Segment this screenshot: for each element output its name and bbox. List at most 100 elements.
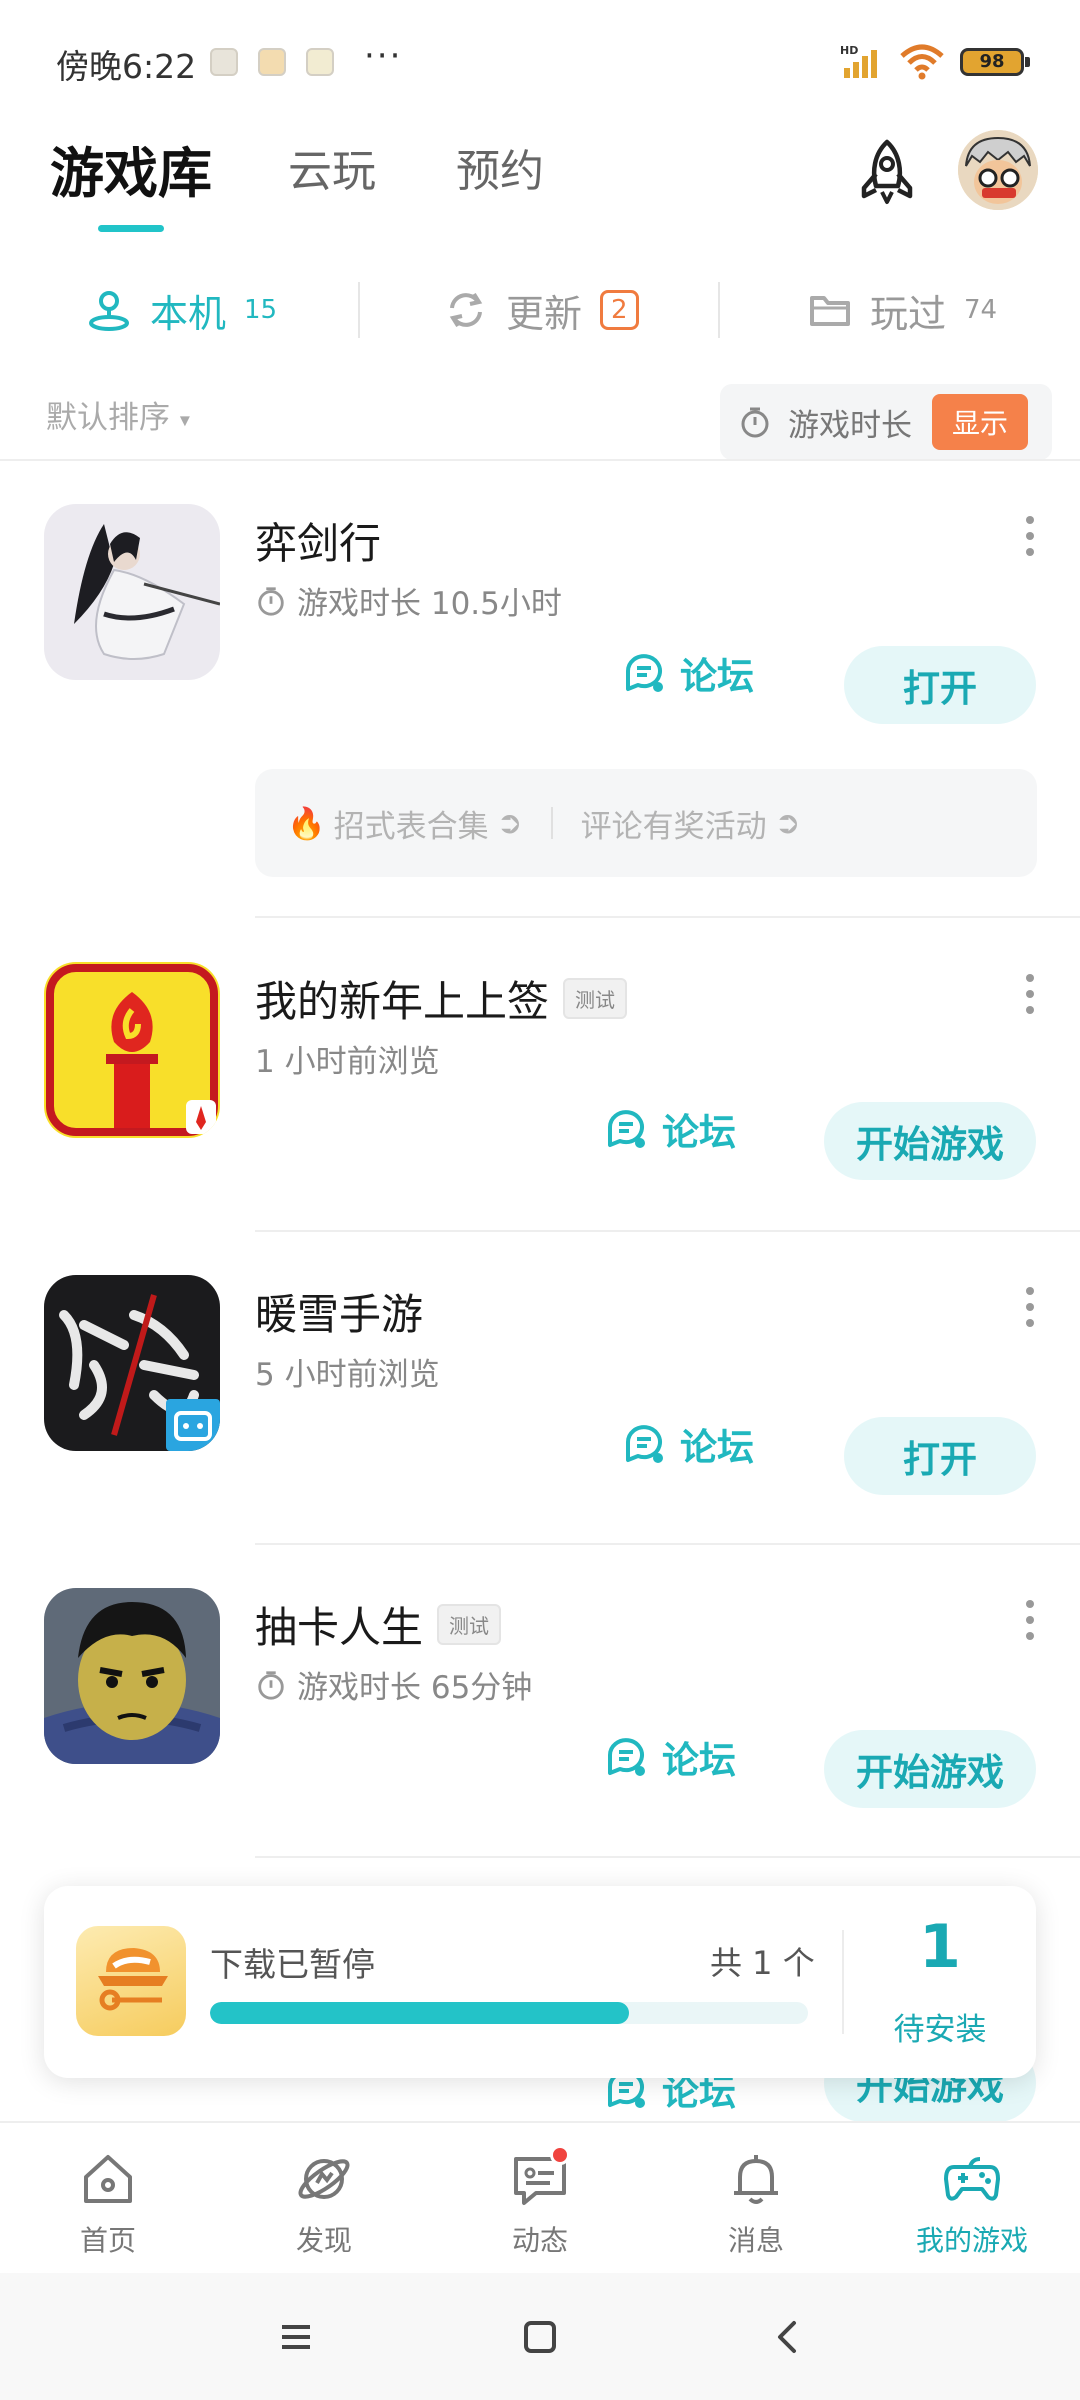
nav-label: 动态 [511,2224,568,2257]
download-progress-fill [210,2002,629,2024]
game-icon-chouka[interactable] [44,1588,220,1764]
bottom-navigation: 首页 发现 动态 消息 我的游戏 [0,2121,1080,2273]
back-icon[interactable] [764,2313,812,2361]
game-subtitle: 5 小时前浏览 [255,1349,440,1394]
game-subtitle-text: 游戏时长 10.5小时 [297,586,562,622]
subtab-update-label: 更新 [506,291,583,336]
sort-label: 默认排序 [46,400,170,436]
divider [255,1856,1080,1858]
game-icon-nuanxue[interactable] [44,1275,220,1451]
subtab-local-count: 15 [244,295,278,325]
nav-label: 首页 [79,2224,136,2257]
feed-icon-wrap [510,2145,570,2209]
update-count-badge: 2 [600,290,639,330]
start-game-button[interactable]: 开始游戏 [824,1730,1036,1808]
forum-button[interactable]: 论坛 [622,646,754,700]
game-subtitle: 1 小时前浏览 [255,1036,440,1081]
rocket-icon[interactable] [852,138,922,208]
nav-discover[interactable]: 发现 [244,2149,404,2259]
subtab-played-label: 玩过 [870,291,947,336]
nav-home[interactable]: 首页 [28,2149,188,2259]
game-icon-yijianxing[interactable] [44,504,220,680]
subtab-played-count: 74 [964,295,998,325]
pending-install-count[interactable]: 1 [844,1912,1036,1982]
wifi-icon [900,44,944,80]
game-subtitle-text: 游戏时长 65分钟 [297,1670,533,1706]
home-button-icon[interactable] [516,2313,564,2361]
timer-icon [741,407,769,438]
timer-icon [258,586,284,616]
more-options-icon[interactable] [1024,1287,1036,1327]
menu-icon[interactable] [272,2313,320,2361]
notification-dot [550,2145,570,2165]
tab-reservation[interactable]: 预约 [456,135,544,199]
signal-icon: HD [840,44,877,78]
game-title-text: 暖雪手游 [255,1290,424,1339]
local-device-icon [89,291,129,331]
game-icon-new-year[interactable] [44,962,220,1138]
discover-icon [298,2159,350,2199]
nav-feed[interactable]: 动态 [460,2145,620,2259]
forum-icon [608,1738,645,1776]
more-options-icon[interactable] [1024,974,1036,1014]
more-options-icon[interactable] [1024,516,1036,556]
forum-button[interactable]: 论坛 [622,1417,754,1471]
game-title: 暖雪手游 [255,1281,423,1342]
status-bar: 傍晚6:22 ··· HD 98 [0,0,1080,120]
game-title: 抽卡人生 测试 [255,1594,502,1655]
forum-button[interactable]: 论坛 [604,1730,736,1784]
refresh-icon [449,292,483,328]
user-avatar[interactable] [958,130,1038,210]
nav-messages[interactable]: 消息 [676,2149,836,2259]
chevron-down-icon: ▾ [179,407,190,432]
forum-label: 论坛 [662,1111,736,1154]
folder-icon [810,296,850,326]
game-title: 弈剑行 [255,510,381,571]
tab-cloud-play[interactable]: 云玩 [288,135,376,199]
game-title-text: 我的新年上上签 [255,977,550,1026]
download-status-card[interactable]: 下载已暂停 共 1 个 1 待安装 [44,1886,1036,2078]
divider [255,1230,1080,1232]
divider [255,916,1080,918]
tab-game-library[interactable]: 游戏库 [50,129,212,208]
test-badge: 测试 [563,978,628,1019]
bell-icon [734,2155,778,2204]
game-title-text: 弈剑行 [255,519,382,568]
open-game-button[interactable]: 打开 [844,1417,1036,1495]
extra-link-event[interactable]: 评论有奖活动 ➲ [581,801,801,846]
divider [550,807,553,839]
subtab-local[interactable]: 本机 15 [86,270,277,350]
show-playtime-button[interactable]: 显示 [931,394,1028,450]
subtab-played[interactable]: 玩过 74 [808,270,997,350]
fire-icon: 🔥 [287,805,326,842]
notification-icon [258,48,286,76]
nav-label: 消息 [727,2224,784,2257]
game-subtitle-text: 1 小时前浏览 [255,1044,440,1080]
extra-link-label: 招式表合集 [333,808,489,845]
forum-button[interactable]: 论坛 [604,1102,736,1156]
subtab-update[interactable]: 更新 2 [444,270,639,350]
extra-link-moves[interactable]: 🔥 招式表合集 ➲ [287,801,523,846]
more-notifications-icon: ··· [364,36,403,76]
divider [358,282,360,338]
pending-install-label[interactable]: 待安装 [844,2004,1036,2049]
library-filter-tabs: 本机 15 更新 2 玩过 74 [0,270,1080,350]
divider [0,459,1080,461]
game-subtitle: 游戏时长 10.5小时 [255,578,562,623]
open-game-button[interactable]: 打开 [844,646,1036,724]
home-icon [84,2155,132,2203]
nav-my-games[interactable]: 我的游戏 [892,2149,1052,2259]
more-options-icon[interactable] [1024,1600,1036,1640]
forum-label: 论坛 [662,1739,736,1782]
forum-label: 论坛 [680,655,754,698]
game-title-text: 抽卡人生 [255,1603,424,1652]
svg-text:HD: HD [840,44,858,57]
gamepad-icon [944,2157,1000,2201]
start-game-button[interactable]: 开始游戏 [824,1102,1036,1180]
extra-link-label: 评论有奖活动 [580,808,767,845]
sort-dropdown[interactable]: 默认排序 ▾ [46,392,190,437]
notification-icon [210,48,238,76]
divider [718,282,720,338]
playtime-toggle: 游戏时长 显示 [720,384,1052,460]
game-subtitle-text: 5 小时前浏览 [255,1357,440,1393]
